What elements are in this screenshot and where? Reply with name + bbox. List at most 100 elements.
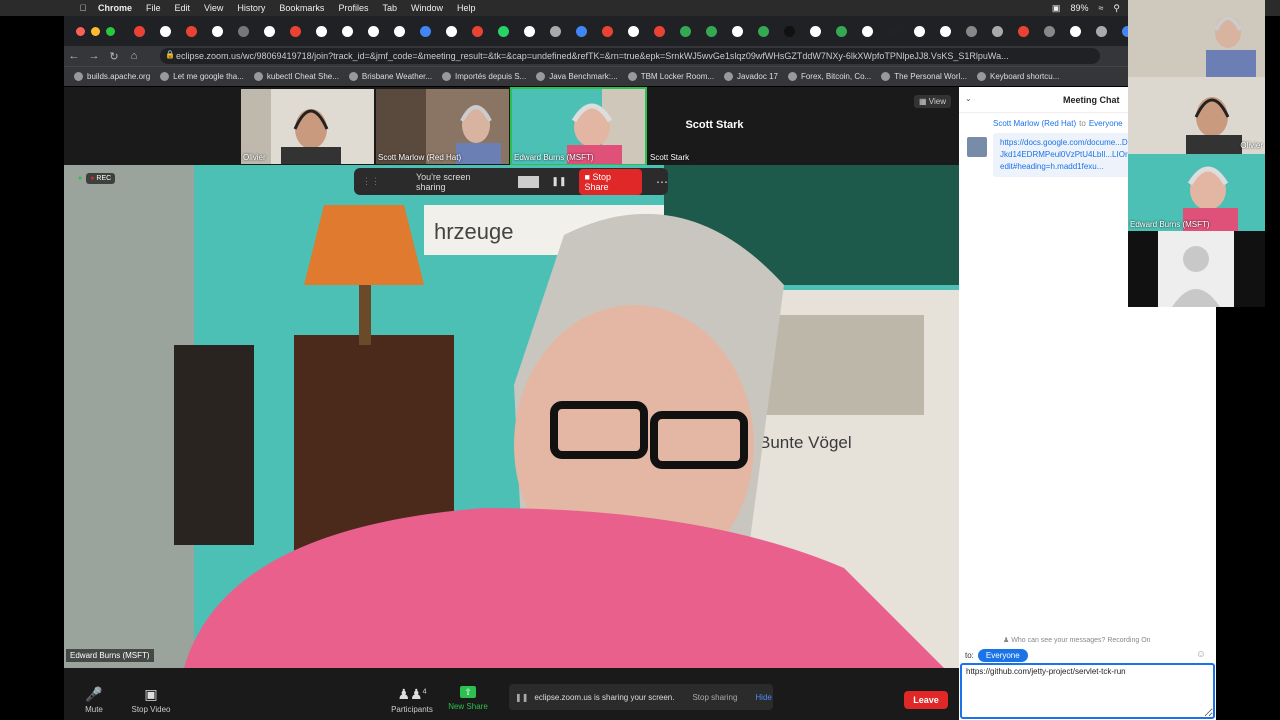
chat-message-link[interactable]: https://docs.google.com/docume...DLJkd14…: [993, 133, 1143, 177]
pause-share-icon[interactable]: ❚❚: [551, 176, 566, 187]
menu-history[interactable]: History: [237, 3, 265, 13]
browser-tab[interactable]: [1091, 21, 1111, 41]
address-bar[interactable]: 🔒 eclipse.zoom.us/wc/98069419718/join?tr…: [160, 48, 1100, 64]
battery-percent[interactable]: 89%: [1070, 3, 1088, 13]
bookmark-item[interactable]: TBM Locker Room...: [627, 72, 714, 81]
menu-profiles[interactable]: Profiles: [338, 3, 368, 13]
browser-tab[interactable]: [259, 21, 279, 41]
browser-tab[interactable]: [597, 21, 617, 41]
browser-tab[interactable]: [857, 21, 877, 41]
browser-tab[interactable]: [805, 21, 825, 41]
chevron-down-icon[interactable]: ⌄: [965, 94, 972, 103]
browser-tab[interactable]: [415, 21, 435, 41]
browser-tab[interactable]: [337, 21, 357, 41]
browser-tab[interactable]: [935, 21, 955, 41]
browser-tab[interactable]: [701, 21, 721, 41]
browser-tab[interactable]: [1013, 21, 1033, 41]
wifi-icon[interactable]: ≈: [1098, 3, 1103, 13]
home-icon[interactable]: ⌂: [124, 50, 144, 62]
maximize-window-icon[interactable]: [106, 26, 115, 36]
chat-input[interactable]: https://github.com/jetty-project/servlet…: [960, 663, 1215, 719]
browser-tab[interactable]: [129, 21, 149, 41]
bookmark-item[interactable]: Javadoc 17: [724, 72, 778, 81]
browser-tab[interactable]: [519, 21, 539, 41]
bookmark-item[interactable]: kubectl Cheat She...: [253, 72, 339, 81]
browser-tab[interactable]: [441, 21, 461, 41]
browser-tab[interactable]: [363, 21, 383, 41]
browser-tab[interactable]: [909, 21, 929, 41]
menu-app-name[interactable]: Chrome: [98, 3, 132, 13]
share-preview-thumbnail: [518, 175, 540, 188]
browser-tab[interactable]: [571, 21, 591, 41]
chat-sender[interactable]: Scott Marlow (Red Hat): [993, 119, 1076, 128]
browser-tab[interactable]: [1039, 21, 1059, 41]
browser-tab[interactable]: [389, 21, 409, 41]
menu-tab[interactable]: Tab: [382, 3, 397, 13]
browser-tab[interactable]: [233, 21, 253, 41]
stop-sharing-button[interactable]: Stop sharing: [692, 693, 737, 702]
floating-tile-no-video[interactable]: [1128, 231, 1265, 307]
browser-tab[interactable]: [181, 21, 201, 41]
apple-icon[interactable]: : [76, 3, 90, 13]
bookmark-item[interactable]: Brisbane Weather...: [348, 72, 432, 81]
bookmark-item[interactable]: Let me google tha...: [160, 72, 244, 81]
bookmark-item[interactable]: The Personal Worl...: [881, 72, 967, 81]
browser-tab[interactable]: [493, 21, 513, 41]
reload-icon[interactable]: ↻: [104, 50, 124, 63]
close-window-icon[interactable]: [76, 26, 85, 36]
status-icon[interactable]: ▣: [1052, 3, 1061, 14]
new-share-button[interactable]: ⇧ New Share: [438, 686, 498, 711]
bookmark-item[interactable]: Forex, Bitcoin, Co...: [787, 72, 871, 81]
recipient-select[interactable]: Everyone: [977, 649, 1028, 662]
browser-tab[interactable]: [753, 21, 773, 41]
bookmark-item[interactable]: Keyboard shortcu...: [977, 72, 1059, 81]
menu-help[interactable]: Help: [457, 3, 476, 13]
leave-button[interactable]: Leave: [904, 691, 948, 709]
floating-tile-edward-burns[interactable]: Edward Burns (MSFT): [1128, 154, 1265, 231]
floating-tile-olivier[interactable]: [1128, 0, 1265, 77]
browser-tab[interactable]: [155, 21, 175, 41]
participants-button[interactable]: ♟♟4 Participants: [382, 686, 442, 714]
bookmark-item[interactable]: builds.apache.org: [74, 72, 150, 81]
menu-view[interactable]: View: [204, 3, 223, 13]
browser-tab[interactable]: [1065, 21, 1085, 41]
hide-button[interactable]: Hide: [755, 693, 771, 702]
minimize-window-icon[interactable]: [91, 26, 100, 36]
menu-file[interactable]: File: [146, 3, 161, 13]
participant-tile-scott-stark[interactable]: Scott Stark Scott Stark: [648, 89, 781, 164]
browser-tab[interactable]: [311, 21, 331, 41]
participant-tile-edward-burns[interactable]: Edward Burns (MSFT): [510, 87, 647, 166]
menu-edit[interactable]: Edit: [175, 3, 191, 13]
view-button[interactable]: ▦ View: [914, 95, 951, 108]
emoji-icon[interactable]: ☺: [1196, 649, 1206, 660]
back-icon[interactable]: ←: [64, 50, 84, 62]
browser-tab[interactable]: [987, 21, 1007, 41]
browser-tab[interactable]: [207, 21, 227, 41]
menu-window[interactable]: Window: [411, 3, 443, 13]
browser-tab[interactable]: [961, 21, 981, 41]
browser-tab[interactable]: [727, 21, 747, 41]
bookmark-item[interactable]: Importés depuis S...: [442, 72, 526, 81]
browser-tab[interactable]: [623, 21, 643, 41]
browser-tab[interactable]: [545, 21, 565, 41]
browser-tab[interactable]: [675, 21, 695, 41]
browser-tab[interactable]: [831, 21, 851, 41]
bookmark-item[interactable]: Java Benchmark:...: [536, 72, 618, 81]
chat-visibility-notice[interactable]: ♟ Who can see your messages? Recording O…: [1003, 636, 1151, 644]
drag-handle-icon[interactable]: ⋮⋮: [362, 176, 380, 187]
participant-tile-olivier[interactable]: Olivier: [241, 89, 374, 164]
browser-tab[interactable]: [779, 21, 799, 41]
search-icon[interactable]: ⚲: [1113, 3, 1120, 14]
forward-icon[interactable]: →: [84, 50, 104, 62]
browser-tab[interactable]: [649, 21, 669, 41]
stop-share-button[interactable]: ■ Stop Share: [578, 168, 642, 195]
mute-button[interactable]: 🎤 Mute: [64, 686, 124, 714]
floating-tile-olivier-2[interactable]: Olivier: [1128, 77, 1265, 154]
stop-video-button[interactable]: ▣ Stop Video: [121, 686, 181, 714]
browser-tab[interactable]: [285, 21, 305, 41]
browser-tab[interactable]: [467, 21, 487, 41]
more-options-icon[interactable]: ⋯: [656, 175, 668, 189]
menu-bookmarks[interactable]: Bookmarks: [279, 3, 324, 13]
participant-tile-scott-marlow[interactable]: Scott Marlow (Red Hat): [376, 89, 509, 164]
browser-tab[interactable]: [883, 21, 903, 41]
